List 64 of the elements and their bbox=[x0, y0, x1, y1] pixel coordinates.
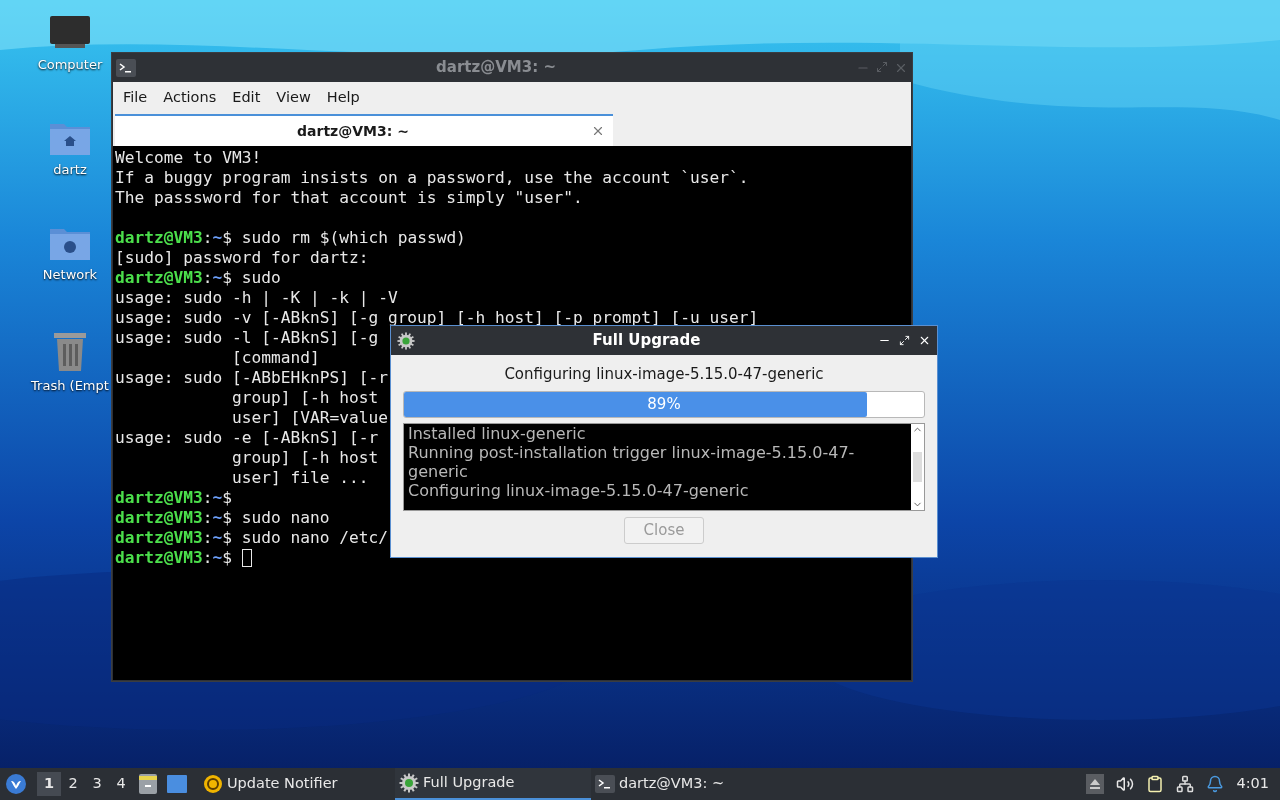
menu-item[interactable]: View bbox=[270, 87, 317, 109]
terminal-line: group] [-h host bbox=[230, 448, 379, 468]
workspace-button[interactable]: 4 bbox=[109, 772, 133, 796]
clipboard-icon[interactable] bbox=[1146, 775, 1165, 793]
terminal-line: Welcome to VM3! bbox=[115, 148, 262, 168]
network-icon[interactable] bbox=[1176, 775, 1195, 793]
terminal-line: usage: sudo -e [-ABknS] [-r bbox=[115, 428, 379, 448]
prompt: dartz@VM3:~$ bbox=[115, 548, 232, 568]
trash-icon bbox=[51, 330, 89, 372]
terminal-tab[interactable]: dartz@VM3: ~ bbox=[115, 114, 613, 146]
terminal-command: sudo nano bbox=[240, 508, 330, 528]
file-cabinet-icon[interactable] bbox=[139, 774, 157, 794]
terminal-line: usage: sudo [-ABbEHknPS] [-r bbox=[115, 368, 388, 388]
prompt: dartz@VM3:~$ bbox=[115, 508, 232, 528]
workspace-button[interactable]: 2 bbox=[61, 772, 85, 796]
start-menu-icon[interactable] bbox=[5, 773, 27, 795]
menu-item[interactable]: File bbox=[117, 87, 154, 109]
prompt: dartz@VM3:~$ bbox=[115, 488, 232, 508]
taskbar-task[interactable]: Update Notifier bbox=[199, 768, 395, 800]
log-line: Running post-installation trigger linux-image-5.15.0-47-generic bbox=[408, 442, 856, 481]
close-tab-icon[interactable] bbox=[591, 124, 605, 138]
log-line: Configuring linux-image-5.15.0-47-generic bbox=[408, 480, 750, 500]
notification-icon[interactable] bbox=[1206, 775, 1225, 793]
terminal-icon bbox=[116, 58, 136, 77]
eject-icon[interactable] bbox=[1086, 774, 1105, 794]
desktop-icon-label[interactable]: Network bbox=[42, 265, 98, 285]
prompt: dartz@VM3:~$ bbox=[115, 528, 232, 548]
terminal-icon bbox=[595, 775, 615, 793]
monitor-icon bbox=[49, 15, 91, 51]
window-title: dartz@VM3: ~ bbox=[435, 57, 557, 79]
desktop-icon-label[interactable]: Trash (Empt bbox=[31, 376, 109, 396]
terminal-line: usage: sudo -h | -K | -k | -V bbox=[115, 288, 398, 308]
volume-icon[interactable] bbox=[1116, 775, 1135, 793]
gear-icon bbox=[397, 331, 415, 350]
scrollbar[interactable] bbox=[911, 423, 924, 510]
terminal-command: sudo rm $(which passwd) bbox=[240, 228, 466, 248]
terminal-line: The passsword for that account is simply "user". bbox=[115, 188, 583, 208]
prompt: dartz@VM3:~$ bbox=[115, 268, 232, 288]
terminal-command: sudo nano /etc/ bbox=[240, 528, 388, 548]
menu-item[interactable]: Edit bbox=[226, 87, 267, 109]
workspace-button[interactable]: 1 bbox=[37, 772, 61, 796]
taskbar-task[interactable]: Full Upgrade bbox=[395, 768, 591, 800]
terminal-line: [sudo] password for dartz: bbox=[115, 248, 369, 268]
menu-item[interactable]: Help bbox=[320, 87, 366, 109]
menu-item[interactable]: Actions bbox=[157, 87, 223, 109]
terminal-line: usage: sudo -v [-ABknS] [-g group] [-h host] [-p prompt] [-u user] bbox=[115, 308, 759, 328]
status-text: Configuring linux-image-5.15.0-47-generic bbox=[503, 364, 825, 385]
maximize-icon[interactable] bbox=[899, 335, 910, 346]
terminal-line: usage: sudo -l [-ABknS] [-g bbox=[115, 328, 379, 348]
taskbar-task[interactable]: dartz@VM3: ~ bbox=[591, 768, 787, 800]
terminal-line: If a buggy program insists on a password, use the account `user`. bbox=[115, 168, 749, 188]
terminal-line: user] file ... bbox=[230, 468, 369, 488]
progress-label: 89% bbox=[646, 393, 682, 415]
dialog-title: Full Upgrade bbox=[591, 330, 702, 352]
prompt: dartz@VM3:~$ bbox=[115, 228, 232, 248]
close-icon[interactable] bbox=[918, 334, 931, 347]
terminal-command: sudo bbox=[240, 268, 281, 288]
terminal-line: [command] bbox=[230, 348, 320, 368]
log-line: Installed linux-generic bbox=[408, 423, 587, 443]
clock[interactable]: 4:01 bbox=[1236, 773, 1269, 795]
gear-icon bbox=[399, 773, 419, 793]
terminal-line: user] [VAR=value bbox=[230, 408, 388, 428]
terminal-line: group] [-h host bbox=[230, 388, 379, 408]
workspace-button[interactable]: 3 bbox=[85, 772, 109, 796]
